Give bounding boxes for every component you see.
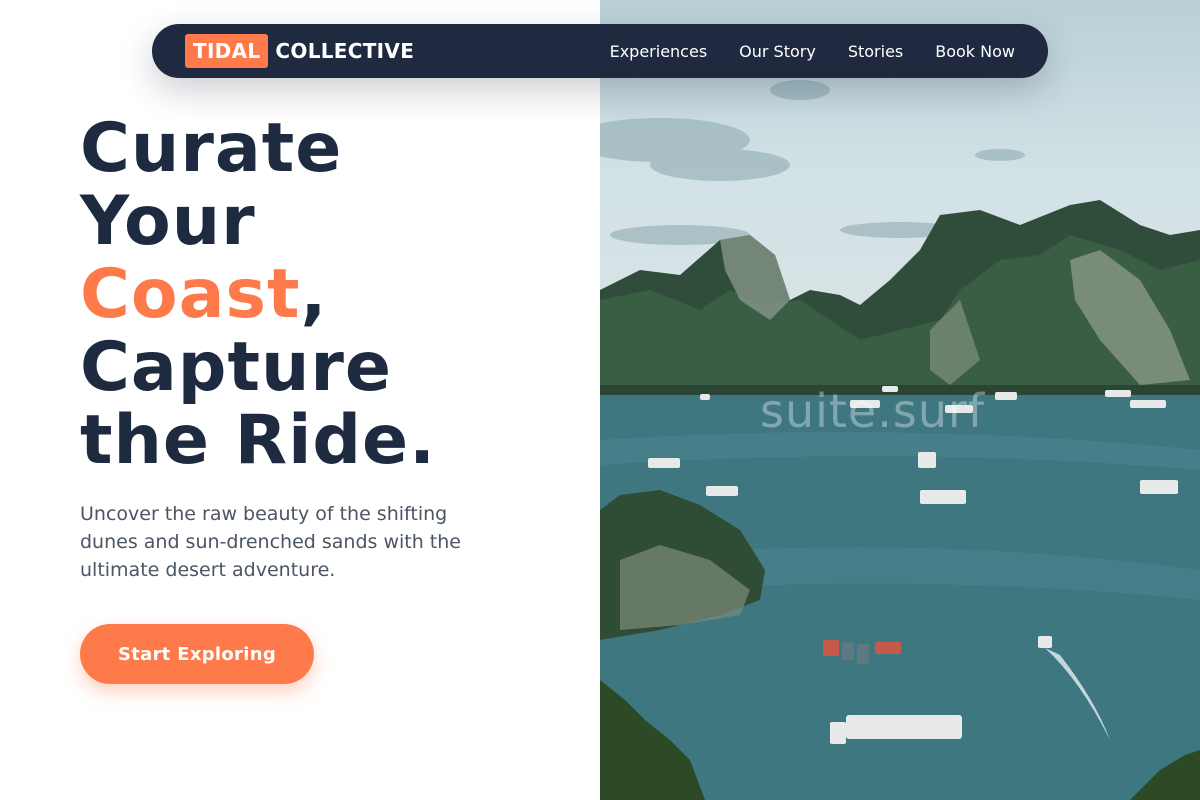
hero-title-accent: Coast <box>80 255 301 334</box>
top-navbar: TIDAL COLLECTIVE Experiences Our Story S… <box>152 24 1048 78</box>
nav-link-book-now[interactable]: Book Now <box>935 42 1015 61</box>
brand-logo[interactable]: TIDAL COLLECTIVE <box>185 34 414 68</box>
nav-link-experiences[interactable]: Experiences <box>610 42 708 61</box>
nav-link-stories[interactable]: Stories <box>848 42 903 61</box>
nav-link-our-story[interactable]: Our Story <box>739 42 816 61</box>
hero-title-line-5: the Ride. <box>80 401 437 480</box>
hero-photo: suite.surf <box>600 0 1200 800</box>
brand-tag: TIDAL <box>185 34 269 68</box>
hero-title-line-4: Capture <box>80 328 393 407</box>
hero-subtitle: Uncover the raw beauty of the shifting d… <box>80 503 461 581</box>
brand-name: COLLECTIVE <box>275 39 415 63</box>
start-exploring-button[interactable]: Start Exploring <box>80 624 314 684</box>
hero-title-line-2: Your <box>80 182 256 261</box>
hero-title-comma: , <box>300 255 328 334</box>
hero-title: Curate Your Coast, Capture the Ride. <box>80 112 436 477</box>
nav-links: Experiences Our Story Stories Book Now <box>610 42 1015 61</box>
hero-title-line-1: Curate <box>80 109 343 188</box>
watermark-text: suite.surf <box>760 384 986 438</box>
